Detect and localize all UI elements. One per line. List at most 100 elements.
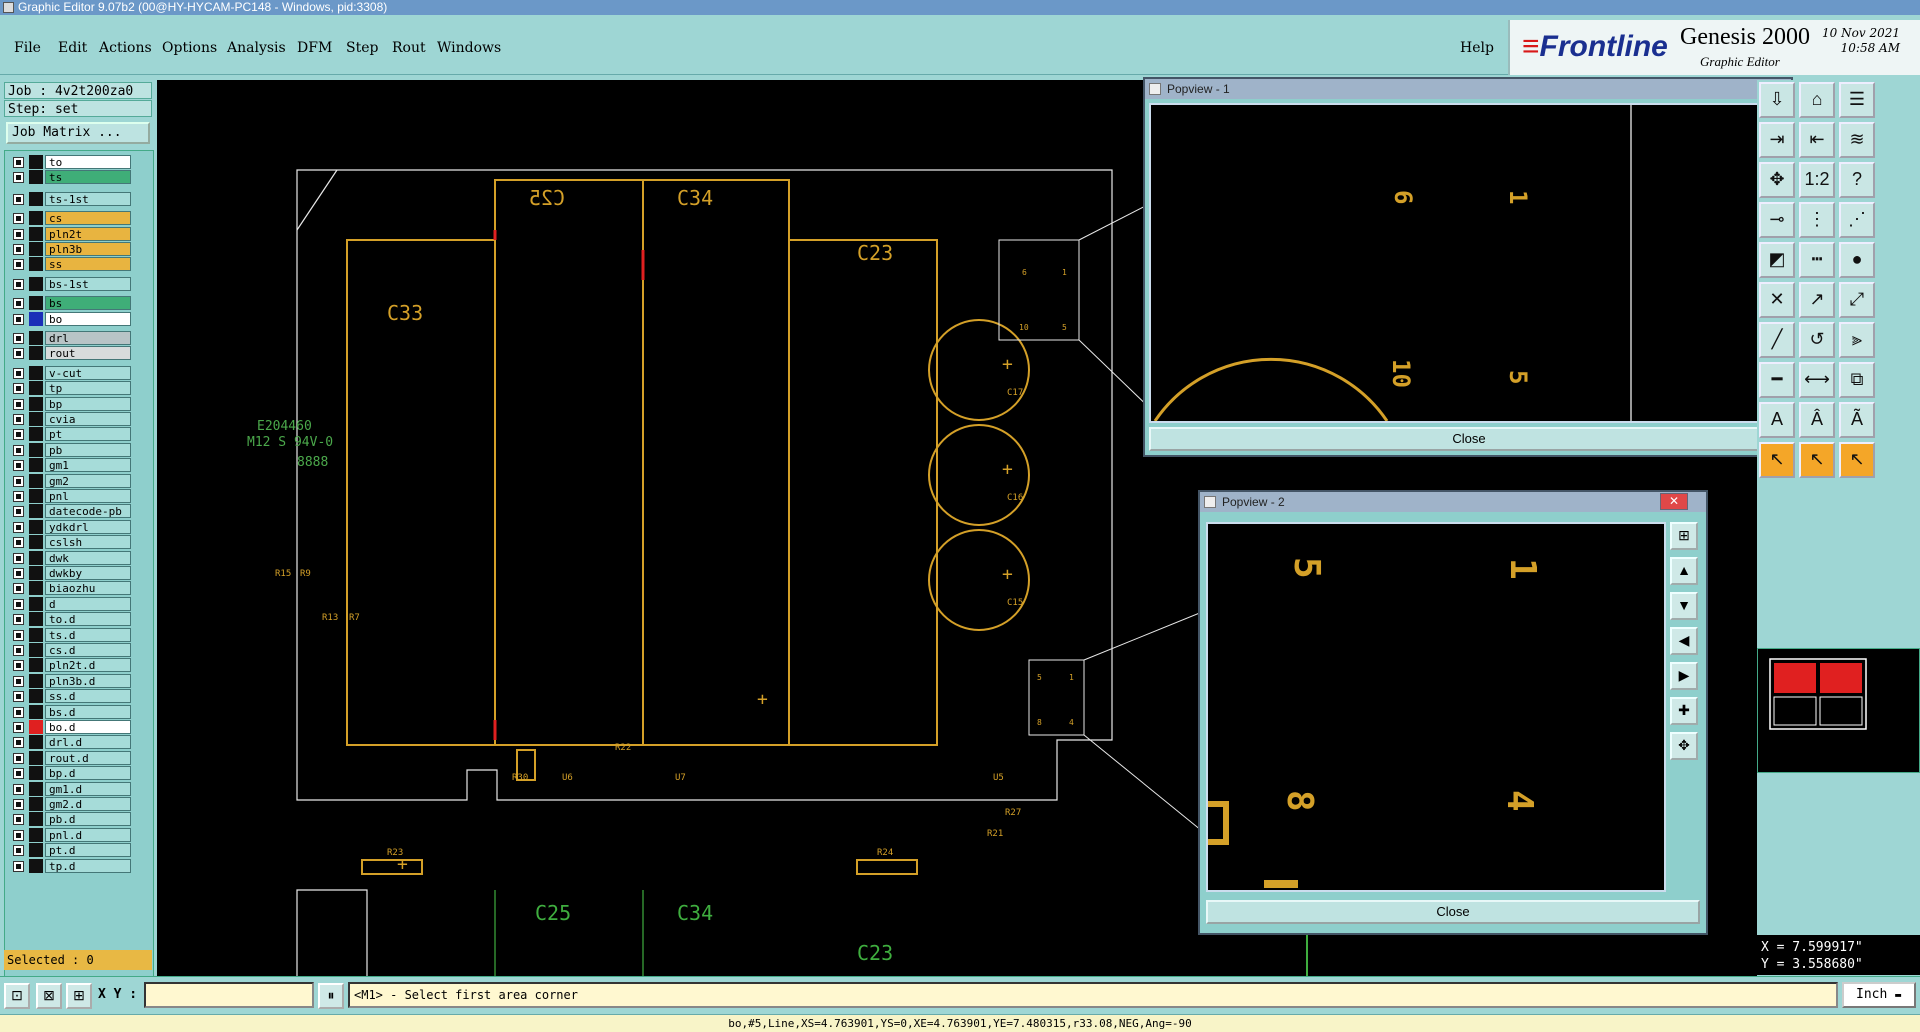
popview-1-titlebar[interactable]: Popview - 1 bbox=[1145, 79, 1791, 99]
layer-row[interactable]: ss.d bbox=[9, 689, 131, 704]
layer-color-swatch[interactable] bbox=[29, 412, 43, 426]
layer-row[interactable]: drl bbox=[9, 331, 131, 345]
popview-2-close-button[interactable]: Close bbox=[1206, 900, 1700, 924]
layer-checkbox[interactable] bbox=[13, 460, 24, 472]
layer-name[interactable]: ts bbox=[45, 170, 131, 185]
layer-color-swatch[interactable] bbox=[29, 566, 43, 580]
layer-row[interactable]: ts-1st bbox=[9, 191, 131, 206]
pad-icon[interactable]: ● bbox=[1839, 242, 1875, 278]
layer-color-swatch[interactable] bbox=[29, 658, 43, 673]
slash-icon[interactable]: ╱ bbox=[1759, 322, 1795, 358]
redraw-icon[interactable]: ≋ bbox=[1839, 122, 1875, 158]
dashed-icon[interactable]: ┅ bbox=[1799, 242, 1835, 278]
menu-actions[interactable]: Actions bbox=[99, 40, 152, 56]
layer-checkbox[interactable] bbox=[13, 629, 24, 641]
layer-checkbox[interactable] bbox=[13, 333, 24, 344]
layer-name[interactable]: v-cut bbox=[45, 365, 131, 380]
layer-name[interactable]: drl bbox=[45, 331, 131, 345]
layer-checkbox[interactable] bbox=[13, 193, 24, 205]
move-icon[interactable]: ⟷ bbox=[1799, 362, 1835, 398]
layer-row[interactable]: pln3b.d bbox=[9, 673, 131, 688]
layer-color-swatch[interactable] bbox=[29, 346, 43, 361]
layer-color-swatch[interactable] bbox=[29, 720, 43, 734]
layer-color-swatch[interactable] bbox=[29, 704, 43, 719]
layer-checkbox[interactable] bbox=[13, 298, 24, 310]
step-in-icon[interactable]: ⇥ bbox=[1759, 122, 1795, 158]
open-icon[interactable]: ⇩ bbox=[1759, 82, 1795, 118]
layer-name[interactable]: ts.d bbox=[45, 627, 131, 642]
layer-name[interactable]: bo.d bbox=[45, 720, 131, 734]
layer-name[interactable]: tp.d bbox=[45, 858, 131, 873]
query-icon[interactable]: ? bbox=[1839, 162, 1875, 198]
pv2-up-icon[interactable]: ▲ bbox=[1670, 557, 1698, 585]
layer-color-swatch[interactable] bbox=[29, 781, 43, 796]
layer-checkbox[interactable] bbox=[13, 706, 24, 718]
layer-row[interactable]: ts.d bbox=[9, 627, 131, 642]
layer-name[interactable]: cvia bbox=[45, 412, 131, 426]
layer-name[interactable]: ts-1st bbox=[45, 191, 131, 206]
layer-color-swatch[interactable] bbox=[29, 311, 43, 326]
popview-2-close-icon[interactable]: ✕ bbox=[1660, 493, 1688, 510]
units-selector[interactable]: Inch ▬ bbox=[1842, 982, 1916, 1008]
layer-checkbox[interactable] bbox=[13, 506, 24, 518]
layer-checkbox[interactable] bbox=[13, 660, 24, 672]
layer-checkbox[interactable] bbox=[13, 537, 24, 549]
layer-color-swatch[interactable] bbox=[29, 381, 43, 396]
layer-name[interactable]: d bbox=[45, 596, 131, 611]
layer-row[interactable]: cs bbox=[9, 211, 131, 226]
layer-checkbox[interactable] bbox=[13, 244, 24, 255]
layer-checkbox[interactable] bbox=[13, 475, 24, 487]
popview-1-view[interactable]: 6 1 10 5 bbox=[1149, 103, 1759, 423]
layer-checkbox[interactable] bbox=[13, 752, 24, 764]
layer-name[interactable]: gm1 bbox=[45, 458, 131, 473]
layer-row[interactable]: to bbox=[9, 155, 131, 169]
layer-checkbox[interactable] bbox=[13, 172, 24, 184]
layer-name[interactable]: ss.d bbox=[45, 689, 131, 704]
layer-row[interactable]: cs.d bbox=[9, 643, 131, 657]
layer-color-swatch[interactable] bbox=[29, 242, 43, 256]
layer-row[interactable]: to.d bbox=[9, 612, 131, 627]
layer-color-swatch[interactable] bbox=[29, 331, 43, 345]
menu-step[interactable]: Step bbox=[346, 40, 378, 56]
layer-name[interactable]: pb.d bbox=[45, 812, 131, 827]
layer-color-swatch[interactable] bbox=[29, 442, 43, 457]
layer-row[interactable]: v-cut bbox=[9, 365, 131, 380]
pv2-zoom-out-icon[interactable]: ✥ bbox=[1670, 732, 1698, 760]
layer-color-swatch[interactable] bbox=[29, 858, 43, 873]
layer-color-swatch[interactable] bbox=[29, 766, 43, 781]
layer-name[interactable]: pln3b.d bbox=[45, 673, 131, 688]
layer-row[interactable]: bp bbox=[9, 396, 131, 411]
layer-name[interactable]: cs bbox=[45, 211, 131, 226]
layer-row[interactable]: pb.d bbox=[9, 812, 131, 827]
layer-name[interactable]: pln3b bbox=[45, 242, 131, 256]
net-icon[interactable]: ⋮ bbox=[1799, 202, 1835, 238]
layer-checkbox[interactable] bbox=[13, 860, 24, 872]
line-icon[interactable]: ◩ bbox=[1759, 242, 1795, 278]
layer-name[interactable]: pnl bbox=[45, 489, 131, 503]
layer-color-swatch[interactable] bbox=[29, 257, 43, 272]
layer-row[interactable]: dwk bbox=[9, 550, 131, 565]
layer-checkbox[interactable] bbox=[13, 398, 24, 410]
snap-icon[interactable]: ⋰ bbox=[1839, 202, 1875, 238]
layer-row[interactable]: gm1 bbox=[9, 458, 131, 473]
layer-color-swatch[interactable] bbox=[29, 673, 43, 688]
layer-name[interactable]: cs.d bbox=[45, 643, 131, 657]
layer-row[interactable]: datecode-pb bbox=[9, 504, 131, 519]
layer-color-swatch[interactable] bbox=[29, 276, 43, 291]
layer-color-swatch[interactable] bbox=[29, 812, 43, 827]
overview-thumbnail[interactable] bbox=[1757, 648, 1920, 773]
pointer-2-icon[interactable]: ↖ bbox=[1799, 442, 1835, 478]
text-a-icon[interactable]: A bbox=[1759, 402, 1795, 438]
layer-row[interactable]: pln2t.d bbox=[9, 658, 131, 673]
measure-icon[interactable]: ⊸ bbox=[1759, 202, 1795, 238]
layer-name[interactable]: drl.d bbox=[45, 735, 131, 750]
menu-file[interactable]: File bbox=[14, 40, 41, 56]
layer-checkbox[interactable] bbox=[13, 313, 24, 325]
layer-color-swatch[interactable] bbox=[29, 612, 43, 627]
menu-dfm[interactable]: DFM bbox=[297, 40, 332, 56]
layer-name[interactable]: bp.d bbox=[45, 766, 131, 781]
popview-1-close-button[interactable]: Close bbox=[1149, 427, 1789, 451]
menu-help[interactable]: Help bbox=[1460, 40, 1494, 56]
layer-checkbox[interactable] bbox=[13, 348, 24, 360]
layer-name[interactable]: cslsh bbox=[45, 535, 131, 550]
